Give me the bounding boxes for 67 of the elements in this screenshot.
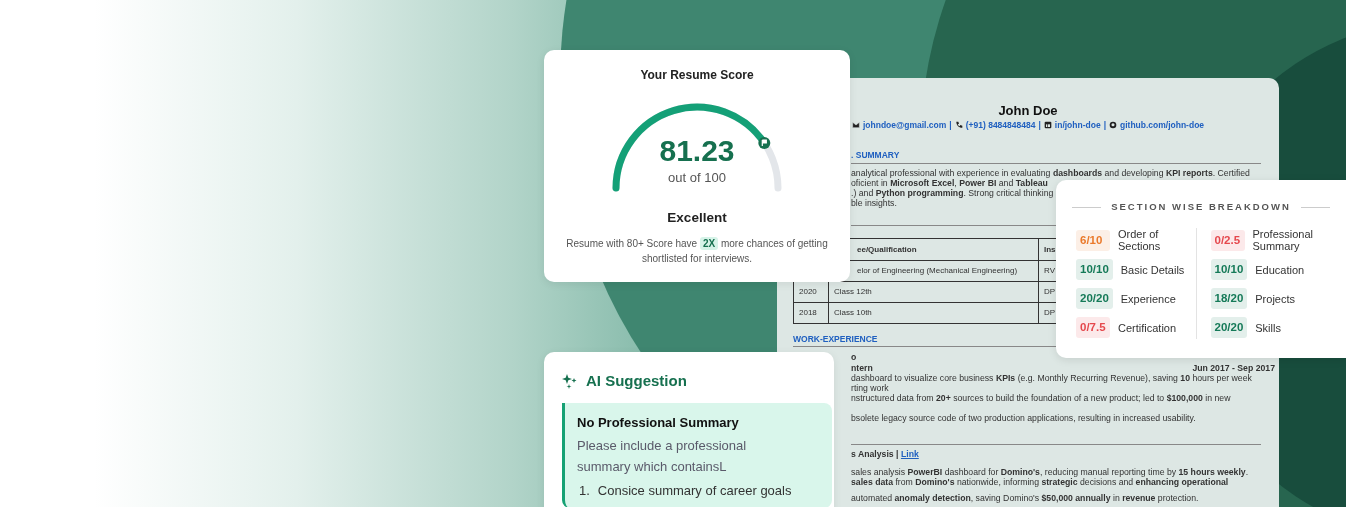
table-cell: Class 10th — [834, 308, 872, 318]
phone-icon — [954, 121, 963, 129]
card-title: Your Resume Score — [639, 67, 755, 84]
section-label: Education — [1255, 263, 1305, 276]
experience-line: rting work — [851, 383, 889, 393]
section-score: 6/10 — [1076, 229, 1110, 251]
contact-link[interactable]: (+91) 8484848484 — [965, 120, 1036, 130]
sparkle-icon — [562, 373, 578, 390]
table-header: ee/Qualification — [857, 244, 917, 255]
experience-line: dashboard to visualize core business KPIs (e.g. Monthly Recurring Revenue), saving 10 hours per week — [851, 373, 1252, 383]
table-cell: Class 12th — [834, 287, 872, 297]
table-cell: RV — [1044, 266, 1055, 276]
breakdown-title: SECTION WISE BREAKDOWN — [1111, 200, 1291, 214]
table-cell: 2018 — [799, 308, 817, 318]
list-marker: 1. — [579, 483, 590, 498]
score-scale: out of 100 — [668, 170, 726, 186]
section-score: 10/10 — [1210, 259, 1248, 281]
separator: | — [1038, 120, 1041, 130]
section-score: 10/10 — [1076, 259, 1113, 281]
section-label: Skills — [1255, 321, 1281, 334]
experience-line: bsolete legacy source code of two production applications, resulting in increased usability. — [851, 413, 1196, 423]
section-score: 0/2.5 — [1210, 229, 1245, 251]
section-score: 20/20 — [1210, 317, 1248, 339]
section-score: 20/20 — [1076, 288, 1113, 310]
date-range: Jun 2017 - Sep 2017 — [1192, 363, 1275, 373]
summary-line: analytical professional with experience in evaluating dashboards and developing KPI reports. Certified — [851, 168, 1250, 178]
contact-link[interactable]: in/john-doe — [1054, 120, 1101, 130]
separator: | — [1103, 120, 1106, 130]
project-heading: s Analysis | — [851, 449, 900, 459]
experience-line: nstructured data from 20+ sources to build the foundation of a new product; led to $100,000 in new — [851, 393, 1231, 403]
section-heading: WORK-EXPERIENCE — [793, 334, 879, 344]
separator: | — [949, 120, 952, 130]
table-header: Ins — [1044, 244, 1056, 255]
score-note: Resume with 80+ Score have 2X more chances of getting shortlisted for interviews. — [565, 236, 829, 267]
section-label: Projects — [1255, 292, 1296, 305]
summary-line: oficient in Microsoft Excel, Power BI and Tableau — [851, 178, 1048, 188]
score-value: 81.23 — [659, 134, 735, 168]
envelope-icon — [851, 121, 860, 129]
suggestion-title: No Professional Summary — [577, 413, 740, 432]
project-line: automated anomaly detection, saving Domino's $50,000 annually in revenue protection. — [851, 493, 1199, 503]
section-label: Basic Details — [1120, 263, 1185, 276]
contact-link[interactable]: johndoe@gmail.com — [862, 120, 947, 130]
experience-line: o — [851, 352, 857, 362]
score-rating: Excellent — [666, 209, 728, 227]
project-line: sales analysis PowerBI dashboard for Domino's, reducing manual reporting time by 15 hours weekly. — [851, 467, 1249, 477]
summary-line: .) and Python programming. Strong critical thinking — [851, 188, 1054, 198]
section-heading: . SUMMARY — [851, 150, 901, 160]
contact-link[interactable]: github.com/john-doe — [1120, 120, 1205, 130]
experience-line: ntern — [851, 363, 873, 373]
project-link[interactable]: Link — [900, 449, 919, 459]
multiplier-badge: 2X — [699, 237, 719, 251]
table-cell: 2020 — [799, 287, 817, 297]
table-cell: elor of Engineering (Mechanical Engineering) — [857, 266, 1018, 276]
section-score: 18/20 — [1210, 288, 1248, 310]
section-label: Professional Summary — [1252, 228, 1315, 253]
section-label: Order of Sections — [1118, 228, 1162, 253]
suggestion-text: Please include a professional summary which containsL — [577, 437, 748, 476]
section-label: Certification — [1118, 321, 1177, 334]
section-label: Experience — [1120, 292, 1176, 305]
project-line: sales data from Domino's nationwide, informing strategic decisions and enhancing operational — [851, 477, 1229, 487]
table-cell: DP — [1044, 287, 1056, 297]
table-cell: DP — [1044, 308, 1056, 318]
section-score: 0/7.5 — [1076, 317, 1110, 339]
card-title: AI Suggestion — [586, 371, 687, 391]
resume-name: John Doe — [997, 102, 1059, 118]
summary-line: ble insights. — [851, 198, 897, 208]
suggestion-item: Consice summary of career goals — [597, 483, 792, 498]
